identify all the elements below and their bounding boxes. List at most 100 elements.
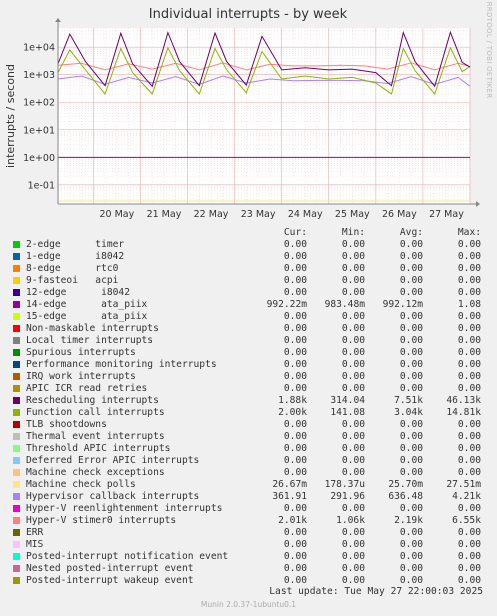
legend-swatch [13,553,20,560]
legend-swatch [13,493,20,500]
y-tick-label: 1e+00 [23,153,55,164]
legend-max-value: 46.13k [446,395,481,406]
legend-swatch [13,505,20,512]
legend-swatch [13,433,20,440]
legend-row: Deferred Error APIC interrupts 0.00 0.00 0.… [11,455,489,467]
legend-series-name: Performance monitoring interrupts [26,359,217,370]
legend-row: Function call interrupts 2.00k 141.08 3.04k… [11,407,489,419]
legend-swatch [13,409,20,416]
legend-row: Machine check polls 26.67m 178.37u 25.70m 27… [11,479,489,491]
legend-max-value: 0.00 [457,443,481,454]
legend-max-value: 0.00 [457,275,481,286]
legend-swatch [13,385,20,392]
legend-series-name: 9-fasteoi acpi [26,275,119,286]
legend-series-name: Machine check exceptions [26,467,165,478]
legend-row: Hypervisor callback interrupts 361.91 291.… [11,491,489,503]
legend-row: 9-fasteoi acpi 0.00 0.00 0.00 0.00 [11,275,489,287]
legend-max-value: 14.81k [446,407,481,418]
legend-swatch [13,481,20,488]
legend-swatch [13,517,20,524]
legend-max-value: 0.00 [457,503,481,514]
legend-swatch [13,397,20,404]
x-tick-label: 24 May [288,209,323,220]
x-axis-arrow [476,201,480,207]
legend-swatch [13,541,20,548]
legend-rows: 2-edge timer 0.00 0.00 0.00 0.00 1-edge i8042… [11,239,489,587]
legend-series-name: MIS [26,539,44,550]
legend-max-value: 0.00 [457,467,481,478]
legend-row: Rescheduling interrupts 1.88k 314.04 7.51k 4… [11,395,489,407]
legend-swatch [13,445,20,452]
legend-series-name: Posted-interrupt notification event [26,551,229,562]
y-axis-label: interrupts / second [4,64,17,168]
legend-series-name: IRQ work interrupts [26,371,136,382]
x-tick-label: 23 May [241,209,276,220]
legend-series-name: Spurious interrupts [26,347,136,358]
legend-series-name: 8-edge rtc0 [26,263,119,274]
legend-swatch [13,265,20,272]
y-tick-label: 1e-01 [28,180,55,191]
legend-series-name: APIC ICR read retries [26,383,148,394]
legend-swatch [13,577,20,584]
legend-swatch [13,277,20,284]
legend-series-name: Hyper-V stimer0 interrupts [26,515,177,526]
legend-series-name: 15-edge ata_piix [26,311,148,322]
legend-row: Local timer interrupts 0.00 0.00 0.00 0.00 [11,335,489,347]
legend-swatch [13,313,20,320]
legend-row: Hyper-V stimer0 interrupts 2.01k 1.06k 2.19… [11,515,489,527]
x-tick-label: 27 May [429,209,464,220]
chart: Individual interrupts - by week interrup… [4,2,493,220]
legend-max-value: 0.00 [457,347,481,358]
x-tick-labels: 20 May 21 May 22 May 23 May 24 May 25 May 26 M… [99,209,464,220]
legend-series-name: Deferred Error APIC interrupts [26,455,200,466]
legend-max-value: 0.00 [457,311,481,322]
legend-max-value: 0.00 [457,239,481,250]
legend-max-value: 0.00 [457,263,481,274]
legend-row: APIC ICR read retries 0.00 0.00 0.00 0.00 [11,383,489,395]
legend-row: Non-maskable interrupts 0.00 0.00 0.00 0.00 [11,323,489,335]
x-tick-label: 20 May [99,209,134,220]
legend-series-name: Non-maskable interrupts [26,323,159,334]
x-tick-label: 22 May [194,209,229,220]
legend-series-name: Nested posted-interrupt event [26,563,194,574]
legend-series-name: 14-edge ata_piix [26,299,148,310]
legend-row: 1-edge i8042 0.00 0.00 0.00 0.00 [11,251,489,263]
legend-row: Spurious interrupts 0.00 0.00 0.00 0.00 [11,347,489,359]
legend-row: Nested posted-interrupt event 0.00 0.00 0.0… [11,563,489,575]
legend-row: 15-edge ata_piix 0.00 0.00 0.00 0.00 [11,311,489,323]
y-tick-label: 1e+03 [23,70,55,81]
legend-series-name: Machine check polls [26,479,136,490]
legend-swatch [13,349,20,356]
legend-max-value: 0.00 [457,383,481,394]
legend-swatch [13,421,20,428]
legend-max-value: 1.08 [457,299,481,310]
legend-max-value: 27.51m [446,479,481,490]
legend-row: Threshold APIC interrupts 0.00 0.00 0.00 0.0… [11,443,489,455]
y-tick-labels: 1e-01 1e+00 1e+01 1e+02 1e+03 1e+04 [23,43,55,192]
legend-swatch [13,373,20,380]
legend-row: 8-edge rtc0 0.00 0.00 0.00 0.00 [11,263,489,275]
footer-version: Munin 2.0.37-1ubuntu0.1 [200,600,297,609]
legend-series-name: Thermal event interrupts [26,431,165,442]
legend-swatch [13,361,20,368]
y-tick-label: 1e+04 [23,43,55,54]
legend-row: Performance monitoring interrupts 0.00 0.0… [11,359,489,371]
legend-max-value: 6.55k [452,515,481,526]
legend-row: IRQ work interrupts 0.00 0.00 0.00 0.00 [11,371,489,383]
legend-series-name: Rescheduling interrupts [26,395,159,406]
legend-max-value: 0.00 [457,323,481,334]
legend-row: 12-edge i8042 0.00 0.00 0.00 0.00 [11,287,489,299]
legend-row: MIS 0.00 0.00 0.00 0.00 [11,539,489,551]
legend-max-value: 0.00 [457,371,481,382]
legend-max-value: 0.00 [457,455,481,466]
legend-row: Machine check exceptions 0.00 0.00 0.00 0.00 [11,467,489,479]
legend-max-value: 0.00 [457,287,481,298]
chart-title: Individual interrupts - by week [149,7,348,22]
legend-swatch [13,289,20,296]
legend-swatch [13,565,20,572]
legend-row: 14-edge ata_piix 992.22m 983.48m 992.12m 1.0… [11,299,489,311]
legend-row: Posted-interrupt notification event 0.00 0… [11,551,489,563]
y-tick-label: 1e+02 [23,98,55,109]
legend-series-name: Hypervisor callback interrupts [26,491,200,502]
legend: Cur: Min: Avg: Max: 2-edge timer 0.00 0.00… [11,227,489,587]
